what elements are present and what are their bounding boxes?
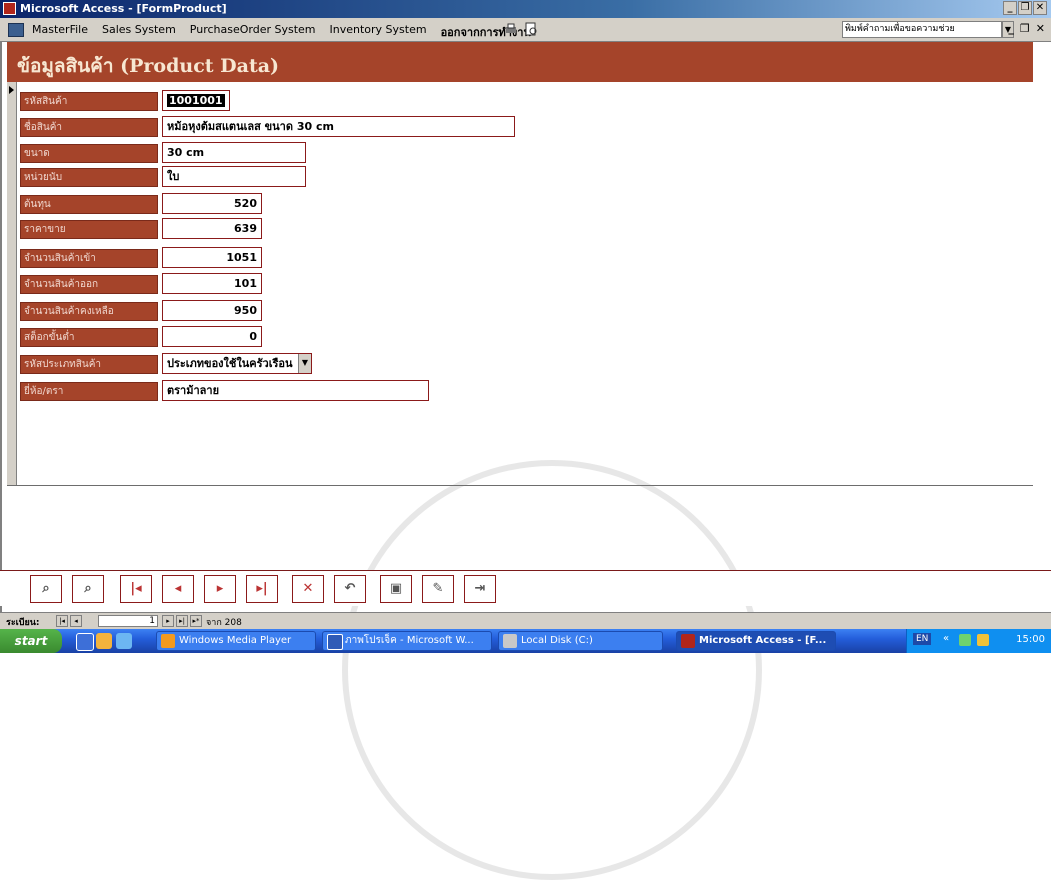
start-button[interactable]: start: [0, 629, 62, 653]
menu-sales-system[interactable]: Sales System: [102, 23, 176, 41]
label-category-code: รหัสประเภทสินค้า: [20, 355, 158, 374]
access-icon: [681, 634, 695, 648]
field-category-combo[interactable]: ประเภทของใช้ในครัวเรือน ▼: [162, 353, 312, 374]
menu-inventory-system[interactable]: Inventory System: [330, 23, 427, 41]
undo-icon[interactable]: ↶: [334, 575, 366, 603]
window-title: Microsoft Access - [FormProduct]: [20, 2, 227, 15]
mdi-close-button[interactable]: ✕: [1036, 22, 1045, 35]
ie-quicklaunch-icon[interactable]: [76, 633, 94, 651]
label-qty-in: จำนวนสินค้าเข้า: [20, 249, 158, 268]
save-icon[interactable]: ▣: [380, 575, 412, 603]
field-size[interactable]: 30 cm: [162, 142, 306, 163]
window-close-button[interactable]: ✕: [1033, 1, 1047, 15]
window-titlebar: Microsoft Access - [FormProduct] _ ❐ ✕: [0, 0, 1051, 18]
form-header: ข้อมูลสินค้า (Product Data): [7, 42, 1033, 82]
delete-record-icon[interactable]: ✕: [292, 575, 324, 603]
first-record-icon[interactable]: |◂: [120, 575, 152, 603]
field-min-stock[interactable]: 0: [162, 326, 262, 347]
windows-taskbar: start Windows Media Player ภาพโปรเจ็ค - …: [0, 629, 1051, 653]
media-player-icon: [161, 634, 175, 648]
label-unit: หน่วยนับ: [20, 168, 158, 187]
form-navigation-bar: ⌕ ⌕ |◂ ◂ ▸ ▸| ✕ ↶ ▣ ✎ ⇥: [0, 570, 1051, 606]
menu-masterfile[interactable]: MasterFile: [32, 23, 88, 41]
label-size: ขนาด: [20, 144, 158, 163]
record-navigation-bar: ระเบียน: |◂ ◂ 1 ▸ ▸| ▸* จาก 208: [0, 612, 1051, 629]
disk-icon: [503, 634, 517, 648]
mdi-restore-button[interactable]: ❐: [1020, 22, 1030, 35]
mdi-minimize-button[interactable]: _: [1008, 22, 1014, 35]
field-price[interactable]: 639: [162, 218, 262, 239]
form-detail-separator: [7, 485, 1033, 486]
last-record-icon[interactable]: ▸|: [246, 575, 278, 603]
label-product-name: ชื่อสินค้า: [20, 118, 158, 137]
language-indicator[interactable]: EN: [913, 633, 932, 645]
taskbar-task-label: Local Disk (C:): [521, 635, 593, 646]
taskbar-task-label: Windows Media Player: [179, 635, 292, 646]
label-qty-remaining: จำนวนสินค้าคงเหลือ: [20, 302, 158, 321]
word-icon: [327, 634, 343, 650]
menu-purchaseorder-system[interactable]: PurchaseOrder System: [190, 23, 316, 41]
window-minimize-button[interactable]: _: [1003, 1, 1017, 15]
field-product-code[interactable]: 1001001: [162, 90, 230, 111]
tray-expand-icon[interactable]: «: [943, 633, 949, 644]
tray-network-icon[interactable]: [959, 634, 971, 646]
field-product-name[interactable]: หม้อหุงต้มสแตนเลส ขนาด 30 cm: [162, 116, 515, 137]
field-brand[interactable]: ตราม้าลาย: [162, 380, 429, 401]
form-title: ข้อมูลสินค้า (Product Data): [17, 55, 280, 77]
tray-clock: 15:00: [1016, 634, 1045, 645]
desktop-quicklaunch-icon[interactable]: [96, 633, 112, 649]
taskbar-windows-media-player[interactable]: Windows Media Player: [156, 631, 316, 651]
help-question-input[interactable]: พิมพ์คำถามเพื่อขอความช่วย: [842, 21, 1002, 38]
field-unit[interactable]: ใบ: [162, 166, 306, 187]
media-quicklaunch-icon[interactable]: [116, 633, 132, 649]
record-first-button[interactable]: |◂: [56, 615, 68, 627]
form-document-icon[interactable]: [8, 23, 24, 37]
taskbar-microsoft-access[interactable]: Microsoft Access - [F...: [676, 631, 836, 651]
taskbar-task-label: ภาพโปรเจ็ค - Microsoft W...: [345, 635, 474, 646]
prev-record-icon[interactable]: ◂: [162, 575, 194, 603]
record-next-button[interactable]: ▸: [162, 615, 174, 627]
access-app-icon: [3, 2, 16, 15]
label-cost: ต้นทุน: [20, 195, 158, 214]
menubar: MasterFile Sales System PurchaseOrder Sy…: [0, 18, 1051, 42]
field-cost[interactable]: 520: [162, 193, 262, 214]
field-category-value: ประเภทของใช้ในครัวเรือน: [167, 357, 293, 370]
field-qty-remaining[interactable]: 950: [162, 300, 262, 321]
product-form: ข้อมูลสินค้า (Product Data) รหัสสินค้า 1…: [0, 42, 1051, 880]
label-brand: ยี่ห้อ/ตรา: [20, 382, 158, 401]
taskbar-task-label: Microsoft Access - [F...: [699, 635, 827, 646]
record-new-button[interactable]: ▸*: [190, 615, 202, 627]
find-next-icon[interactable]: ⌕: [72, 575, 104, 603]
exit-icon[interactable]: ⇥: [464, 575, 496, 603]
watermark-seal: [342, 460, 762, 880]
record-prev-button[interactable]: ◂: [70, 615, 82, 627]
label-product-code: รหัสสินค้า: [20, 92, 158, 111]
taskbar-local-disk[interactable]: Local Disk (C:): [498, 631, 663, 651]
tray-volume-icon[interactable]: [977, 634, 989, 646]
label-price: ราคาขาย: [20, 220, 158, 239]
category-dropdown-icon[interactable]: ▼: [298, 354, 311, 373]
field-product-code-value: 1001001: [167, 94, 225, 107]
label-qty-out: จำนวนสินค้าออก: [20, 275, 158, 294]
edit-icon[interactable]: ✎: [422, 575, 454, 603]
current-record-arrow-icon: [9, 86, 14, 94]
label-min-stock: สต็อกขั้นต่ำ: [20, 328, 158, 347]
record-count: จาก 208: [206, 618, 242, 628]
find-icon[interactable]: ⌕: [30, 575, 62, 603]
field-qty-out[interactable]: 101: [162, 273, 262, 294]
print-icon[interactable]: [504, 22, 518, 36]
window-restore-button[interactable]: ❐: [1018, 1, 1032, 15]
record-last-button[interactable]: ▸|: [176, 615, 188, 627]
field-qty-in[interactable]: 1051: [162, 247, 262, 268]
print-preview-icon[interactable]: [524, 22, 538, 36]
record-number-input[interactable]: 1: [98, 615, 158, 627]
taskbar-word-document[interactable]: ภาพโปรเจ็ค - Microsoft W...: [322, 631, 492, 651]
record-label: ระเบียน:: [6, 618, 40, 628]
system-tray: EN « 15:00: [906, 629, 1051, 653]
next-record-icon[interactable]: ▸: [204, 575, 236, 603]
record-selector[interactable]: [7, 82, 17, 485]
